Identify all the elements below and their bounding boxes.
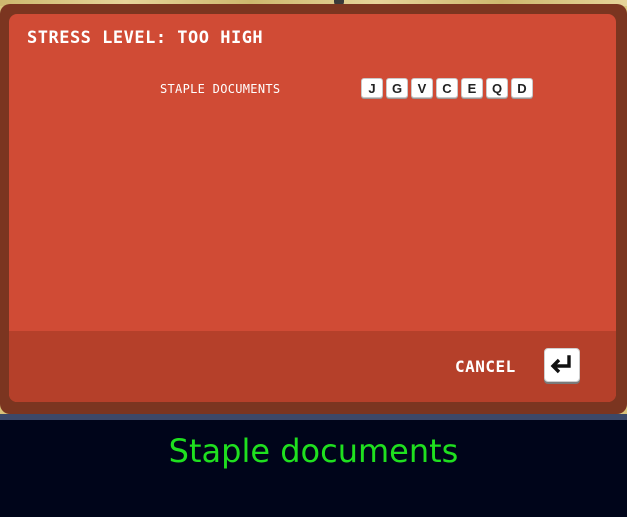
cancel-label: CANCEL [455,357,516,376]
task-modal-panel: STRESS LEVEL: TOO HIGH STAPLE DOCUMENTS … [9,14,616,402]
modal-footer: CANCEL [9,331,616,402]
return-arrow-icon[interactable] [544,348,580,382]
task-modal: STRESS LEVEL: TOO HIGH STAPLE DOCUMENTS … [0,4,627,414]
key-prompt: J [361,78,383,98]
task-row: STAPLE DOCUMENTS J G V C E Q D [160,78,580,102]
cancel-button[interactable]: CANCEL [455,345,585,389]
key-prompt: D [511,78,533,98]
task-label: STAPLE DOCUMENTS [160,82,281,96]
key-prompt: E [461,78,483,98]
caption-area: Staple documents [0,420,627,517]
caption-text: Staple documents [168,432,459,470]
key-prompt: C [436,78,458,98]
key-prompt: V [411,78,433,98]
stress-level-title: STRESS LEVEL: TOO HIGH [27,28,264,48]
key-prompt: Q [486,78,508,98]
key-prompt: G [386,78,408,98]
key-sequence: J G V C E Q D [361,78,533,98]
